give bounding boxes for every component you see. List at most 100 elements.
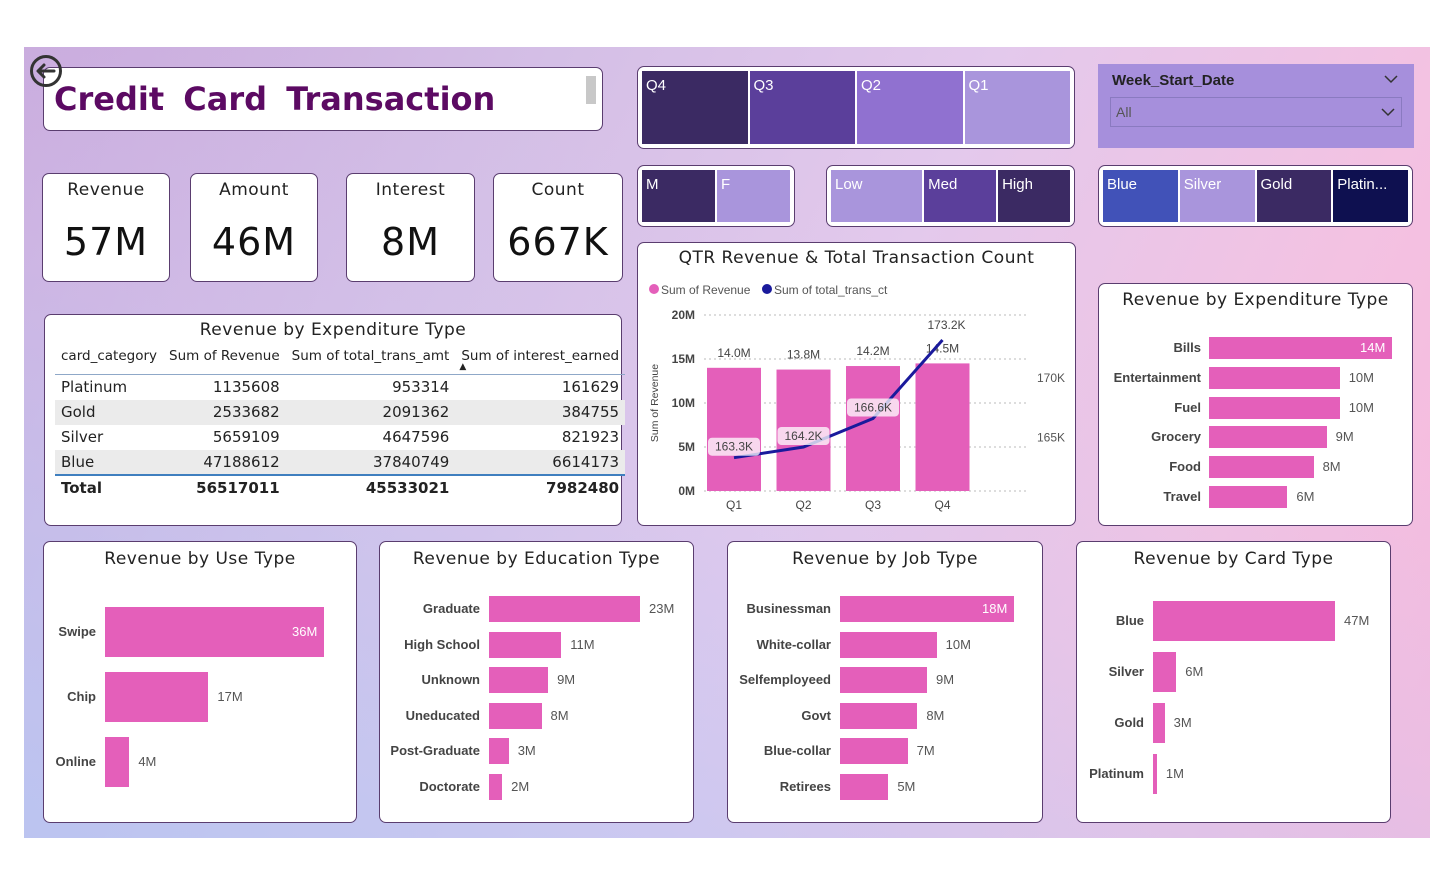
y2-tick-label: 165K	[1037, 430, 1065, 444]
bar-value-label: 14.0M	[717, 346, 750, 360]
table-total-row: Total 56517011 45533021 7982480	[55, 473, 626, 500]
bar[interactable]	[489, 702, 542, 729]
column-header-label: Sum of interest_earned	[461, 348, 620, 364]
kpi-label: Amount	[219, 180, 289, 200]
chevron-down-icon[interactable]	[1384, 74, 1398, 84]
bar-value-label: 10M	[1348, 369, 1374, 385]
slicer-tile-gold[interactable]: Gold	[1256, 170, 1332, 222]
bar[interactable]	[489, 667, 549, 693]
bar-category-label: Graduate	[422, 601, 480, 616]
bar-category-label: Blue-collar	[763, 743, 831, 758]
legend-label: Sum of total_trans_ct	[774, 283, 888, 297]
week-dropdown[interactable]: All	[1110, 97, 1402, 127]
y-tick-label: 15M	[672, 352, 695, 366]
bar-value-label: 10M	[945, 636, 971, 652]
bar[interactable]	[1153, 754, 1157, 794]
slicer-tile-med[interactable]: Med	[924, 170, 997, 222]
back-arrow-icon[interactable]	[29, 54, 63, 88]
table-cell: 1135608	[212, 378, 280, 397]
line-series	[733, 338, 944, 460]
column-header-sorted[interactable]: Sum of interest_earned ▲	[455, 345, 626, 375]
bar[interactable]	[1153, 652, 1177, 692]
bar[interactable]	[840, 738, 908, 764]
scrollbar[interactable]	[586, 76, 596, 104]
bar-value-label: 10M	[1348, 399, 1374, 415]
bar-value-label: 2M	[511, 778, 530, 794]
bar-value-label: 3M	[517, 743, 536, 758]
slicer-tile-low[interactable]: Low	[831, 170, 923, 222]
line-value-label: 173.2K	[927, 318, 965, 332]
week-start-date-slicer: Week_Start_Date All	[1098, 64, 1414, 148]
bar-value-label: 14.2M	[856, 344, 889, 358]
bar[interactable]	[105, 672, 209, 722]
bar-value-label: 36M	[292, 624, 318, 639]
qtr-combo-chart-panel: QTR Revenue & Total Transaction Count Su…	[637, 242, 1076, 526]
bar-category-label: Online	[55, 754, 96, 769]
bar[interactable]	[1153, 601, 1335, 641]
slicer-tile-platinum[interactable]: Platin...	[1333, 170, 1408, 222]
kpi-amount: Amount 46M	[190, 173, 318, 282]
slicer-tile-m[interactable]: M	[642, 170, 715, 222]
bar-category-label: Post-Graduate	[390, 743, 480, 758]
slicer-tile-q3[interactable]: Q3	[749, 71, 855, 144]
bar-category-label: Gold	[1114, 715, 1144, 730]
bar[interactable]	[105, 737, 130, 787]
x-tick-label: Q3	[865, 498, 881, 512]
legend-marker-revenue	[649, 284, 659, 294]
bar[interactable]	[1209, 456, 1314, 479]
table-cell: Blue	[55, 449, 163, 475]
page-title: Credit Card Transaction	[54, 80, 496, 118]
y-tick-label: 5M	[678, 440, 695, 454]
line-value-label: 163.3K	[715, 440, 753, 454]
x-tick-label: Q1	[726, 498, 742, 512]
slicer-tile-q1[interactable]: Q1	[964, 71, 1070, 144]
slicer-tile-high[interactable]: High	[998, 170, 1070, 222]
bar[interactable]	[840, 667, 927, 693]
slicer-tile-blue[interactable]: Blue	[1103, 170, 1178, 222]
bar-category-label: Food	[1169, 459, 1201, 475]
bar[interactable]	[489, 738, 509, 764]
bar[interactable]	[1153, 703, 1165, 743]
x-tick-label: Q4	[934, 498, 950, 512]
bar-category-label: Chip	[67, 689, 96, 704]
gender-slicer: M F	[637, 165, 795, 227]
bar[interactable]	[1209, 486, 1288, 508]
kpi-label: Revenue	[67, 180, 145, 200]
bar-category-label: Govt	[801, 707, 831, 723]
bar-category-label: Swipe	[58, 624, 96, 639]
bar[interactable]	[840, 702, 918, 729]
slicer-tile-q4[interactable]: Q4	[642, 71, 748, 144]
slicer-tile-f[interactable]: F	[717, 170, 790, 222]
bar-value-label: 8M	[1322, 459, 1341, 475]
bar[interactable]	[489, 773, 503, 800]
expenditure-chart-panel: Revenue by Expenditure Type Bills 14M Ente…	[1098, 283, 1413, 526]
column-header[interactable]: Sum of total_trans_amt	[285, 345, 456, 375]
combo-chart: Sum of Revenue Sum of total_trans_ct Sum…	[649, 283, 1065, 512]
chart-title: Revenue by Card Type	[1133, 549, 1334, 569]
table-title: Revenue by Expenditure Type	[199, 320, 467, 340]
bar[interactable]	[1209, 396, 1340, 419]
chart-title: Revenue by Education Type	[412, 549, 661, 569]
bar[interactable]	[1209, 366, 1340, 389]
table-cell: 56517011	[163, 473, 286, 500]
bar-category-label: Travel	[1163, 489, 1201, 504]
bar-value-label: 11M	[570, 636, 595, 652]
slicer-tile-q2[interactable]: Q2	[857, 71, 963, 144]
x-tick-label: Q2	[795, 498, 811, 512]
bar[interactable]	[840, 631, 937, 658]
bar[interactable]	[489, 631, 562, 658]
column-header[interactable]: Sum of Revenue	[163, 345, 286, 375]
bar[interactable]	[1209, 426, 1327, 449]
table-cell: 953314	[392, 378, 450, 397]
y-tick-label: 10M	[672, 396, 695, 410]
kpi-interest: Interest 8M	[346, 173, 475, 282]
table-cell: Gold	[55, 399, 163, 425]
bar[interactable]	[489, 596, 640, 622]
line-value-label: 164.2K	[784, 429, 822, 443]
bar-category-label: Silver	[1108, 664, 1144, 679]
bar-category-label: Doctorate	[419, 778, 480, 794]
slicer-tile-silver[interactable]: Silver	[1179, 170, 1255, 222]
chart-title: Revenue by Expenditure Type	[1122, 290, 1389, 310]
bar[interactable]	[840, 773, 889, 800]
column-header[interactable]: card_category	[55, 345, 163, 375]
